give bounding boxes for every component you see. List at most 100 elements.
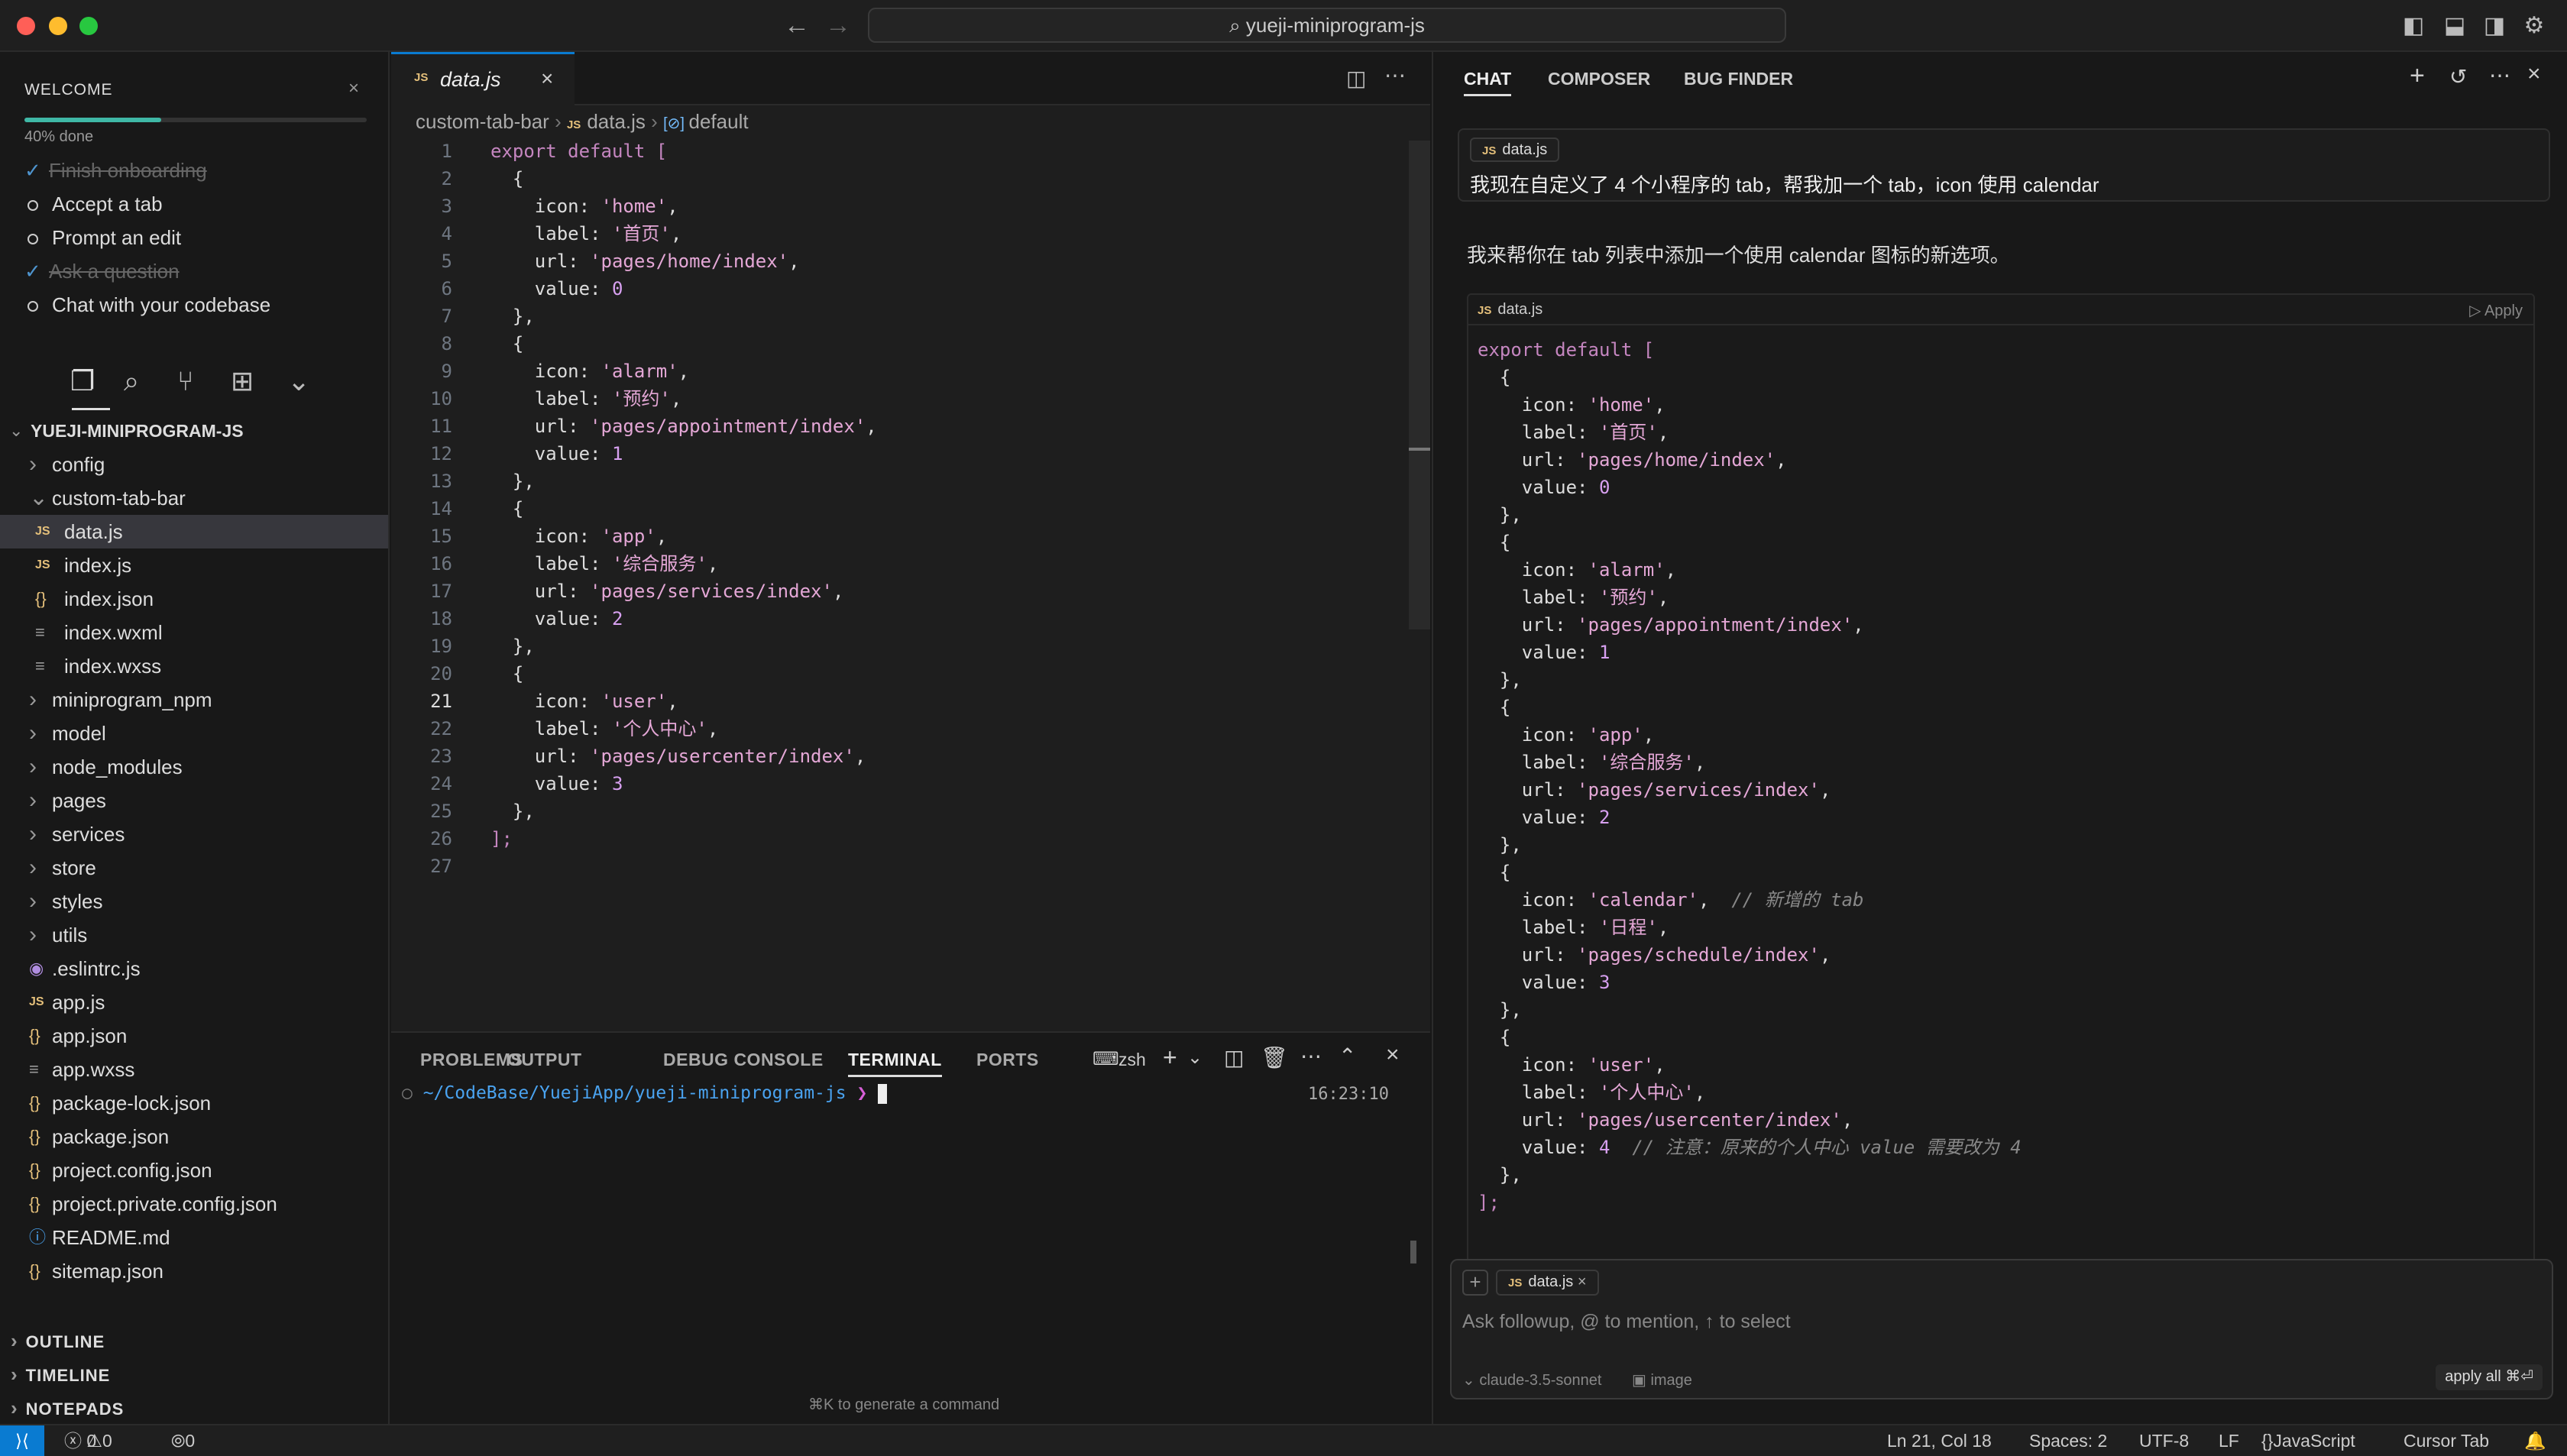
explorer-item[interactable]: › utils [0, 918, 388, 952]
back-arrow-icon[interactable]: ← [784, 11, 810, 40]
tab-terminal[interactable]: TERMINAL [848, 1050, 942, 1077]
model-selector[interactable]: ⌄ claude-3.5-sonnet [1462, 1370, 1601, 1390]
ports-indicator[interactable]: ⦾ 0 [171, 1425, 195, 1456]
explorer-item[interactable]: › miniprogram_npm [0, 683, 388, 717]
onboarding-item[interactable]: Prompt an edit [24, 226, 181, 257]
language-mode[interactable]: {} JavaScript [2261, 1425, 2355, 1456]
explorer-item[interactable]: JS data.js [0, 515, 388, 548]
toggle-panel-icon[interactable]: ⬓ [2442, 12, 2468, 38]
add-context-button[interactable]: + [1462, 1270, 1488, 1296]
close-chat-icon[interactable]: × [2527, 61, 2541, 87]
file-context-pill[interactable]: JS data.js × [1496, 1270, 1599, 1296]
tab-chat[interactable]: CHAT [1464, 69, 1512, 96]
command-search[interactable]: ⌕ yueji-miniprogram-js [868, 8, 1786, 43]
onboarding-item[interactable]: ✓ Finish onboarding [24, 159, 207, 189]
split-editor-icon[interactable]: ◫ [1346, 66, 1366, 91]
problems-indicator[interactable]: ⓧ 0 ⚠ 0 [64, 1425, 112, 1456]
explorer-item[interactable]: ◉ .eslintrc.js [0, 952, 388, 985]
explorer-item[interactable]: ⌄ custom-tab-bar [0, 481, 388, 515]
explorer-item[interactable]: ≡ app.wxss [0, 1053, 388, 1086]
chevron-up-icon[interactable]: ⌃ [1339, 1043, 1356, 1069]
image-button[interactable]: ▣ image [1632, 1370, 1692, 1390]
suggested-code[interactable]: export default [ { icon: 'home', label: … [1478, 336, 2022, 1216]
history-icon[interactable]: ↺ [2449, 64, 2467, 89]
toggle-sidebar-icon[interactable]: ◧ [2400, 12, 2426, 38]
terminal-output[interactable]: ○ ~/CodeBase/YuejiApp/yueji-miniprogram-… [402, 1083, 888, 1104]
settings-gear-icon[interactable]: ⚙ [2521, 12, 2547, 38]
explorer-item[interactable]: {} project.config.json [0, 1153, 388, 1187]
explorer-item[interactable]: {} sitemap.json [0, 1254, 388, 1288]
explorer-item[interactable]: › styles [0, 885, 388, 918]
explorer-item[interactable]: › node_modules [0, 750, 388, 784]
explorer-icon[interactable]: ❐ [70, 365, 95, 397]
source-control-icon[interactable]: ⑂ [177, 365, 194, 397]
onboarding-item[interactable]: Chat with your codebase [24, 293, 270, 324]
close-panel-icon[interactable]: × [1386, 1042, 1400, 1068]
forward-arrow-icon[interactable]: → [825, 11, 851, 40]
tab-data-js[interactable]: JS data.js × [391, 52, 575, 105]
remote-icon[interactable]: ⟩⟨ [0, 1425, 44, 1456]
new-terminal-icon[interactable]: + [1163, 1043, 1177, 1072]
toggle-secondary-sidebar-icon[interactable]: ◨ [2481, 12, 2507, 38]
chat-input-placeholder[interactable]: Ask followup, @ to mention, ↑ to select [1462, 1311, 1791, 1333]
explorer-item[interactable]: {} package-lock.json [0, 1086, 388, 1120]
explorer-item[interactable]: {} index.json [0, 582, 388, 616]
cursor-position[interactable]: Ln 21, Col 18 [1887, 1425, 1992, 1456]
chevron-down-icon[interactable]: ⌄ [1187, 1047, 1203, 1069]
split-terminal-icon[interactable]: ◫ [1224, 1045, 1244, 1070]
tab-output[interactable]: OUTPUT [507, 1050, 582, 1070]
explorer-item[interactable]: › model [0, 717, 388, 750]
breadcrumb-symbol[interactable]: default [689, 110, 749, 133]
close-window-button[interactable] [17, 17, 35, 35]
explorer-item[interactable]: › pages [0, 784, 388, 817]
explorer-item[interactable]: ≡ index.wxml [0, 616, 388, 649]
onboarding-item[interactable]: Accept a tab [24, 193, 163, 223]
chat-input-box[interactable]: + JS data.js × Ask followup, @ to mention… [1450, 1259, 2553, 1399]
line-ending[interactable]: LF [2219, 1425, 2239, 1456]
tab-debug-console[interactable]: DEBUG CONSOLE [663, 1050, 824, 1070]
indentation[interactable]: Spaces: 2 [2029, 1425, 2107, 1456]
breadcrumb-folder[interactable]: custom-tab-bar [416, 110, 549, 133]
onboarding-item[interactable]: ✓ Ask a question [24, 260, 180, 290]
explorer-item[interactable]: JS index.js [0, 548, 388, 582]
explorer-item[interactable]: {} app.json [0, 1019, 388, 1053]
new-chat-icon[interactable]: + [2410, 61, 2425, 91]
section-outline[interactable]: › OUTLINE [0, 1329, 388, 1353]
terminal-shell[interactable]: zsh [1118, 1050, 1146, 1070]
more-actions-icon[interactable]: ⋯ [1300, 1043, 1322, 1069]
section-notepads[interactable]: › NOTEPADS [0, 1396, 388, 1420]
close-tab-icon[interactable]: × [541, 66, 553, 91]
encoding[interactable]: UTF-8 [2139, 1425, 2189, 1456]
extensions-icon[interactable]: ⊞ [231, 365, 254, 397]
terminal-scrollbar[interactable] [1410, 1241, 1416, 1263]
bell-icon[interactable]: 🔔 [2524, 1425, 2546, 1456]
tab-ports[interactable]: PORTS [976, 1050, 1039, 1070]
more-actions-icon[interactable]: ⋯ [1384, 63, 1406, 88]
explorer-item[interactable]: {} project.private.config.json [0, 1187, 388, 1221]
explorer-item[interactable]: {} package.json [0, 1120, 388, 1153]
explorer-item[interactable]: ⓘ README.md [0, 1221, 388, 1254]
cursor-tab[interactable]: Cursor Tab [2404, 1425, 2489, 1456]
explorer-item[interactable]: › config [0, 448, 388, 481]
apply-all-button[interactable]: apply all ⌘⏎ [2436, 1364, 2543, 1390]
file-context-pill[interactable]: JS data.js [1470, 138, 1560, 162]
explorer-item[interactable]: › store [0, 851, 388, 885]
file-type-icon: {} [29, 1160, 40, 1179]
minimize-window-button[interactable] [49, 17, 67, 35]
explorer-item[interactable]: JS app.js [0, 985, 388, 1019]
section-timeline[interactable]: › TIMELINE [0, 1363, 388, 1386]
editor-scrollbar[interactable] [1409, 141, 1430, 629]
explorer-item[interactable]: › services [0, 817, 388, 851]
close-icon[interactable]: × [348, 78, 359, 99]
chevron-down-icon[interactable]: ⌄ [287, 365, 310, 397]
explorer-root[interactable]: ⌄ YUEJI-MINIPROGRAM-JS [0, 414, 388, 448]
explorer-item[interactable]: ≡ index.wxss [0, 649, 388, 683]
tab-bug-finder[interactable]: BUG FINDER [1684, 69, 1793, 89]
more-actions-icon[interactable]: ⋯ [2489, 63, 2510, 88]
maximize-window-button[interactable] [79, 17, 98, 35]
trash-icon[interactable]: 🗑 [1261, 1045, 1288, 1070]
search-icon[interactable]: ⌕ [124, 365, 139, 398]
breadcrumb-file[interactable]: data.js [587, 110, 646, 133]
tab-composer[interactable]: COMPOSER [1548, 69, 1650, 89]
apply-button[interactable]: ▷ Apply [2469, 301, 2523, 320]
